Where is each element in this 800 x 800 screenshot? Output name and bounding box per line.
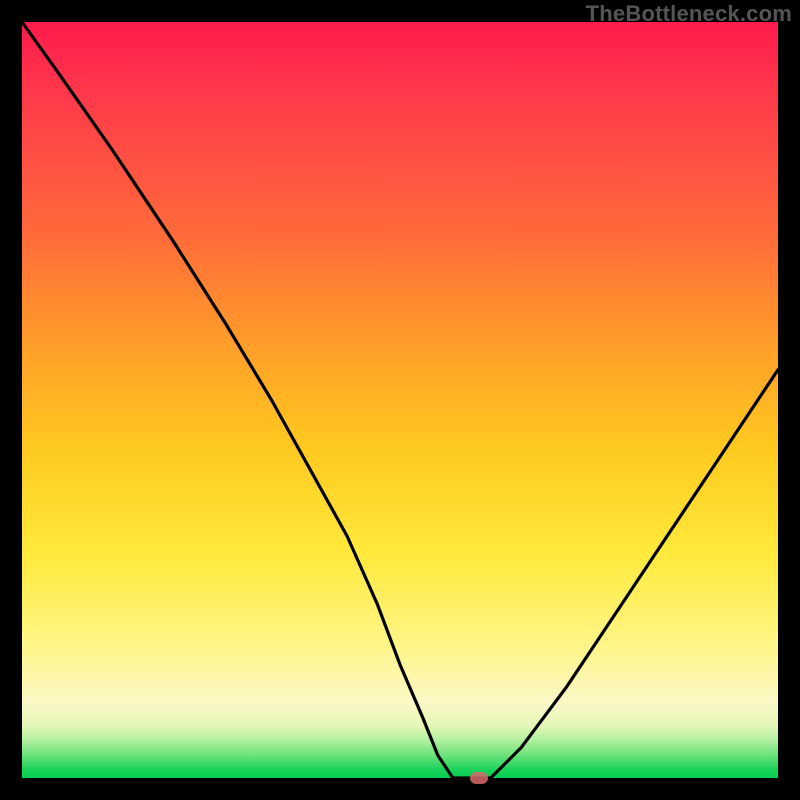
curve-path xyxy=(22,22,778,778)
optimal-point-marker xyxy=(470,772,488,784)
chart-container: TheBottleneck.com xyxy=(0,0,800,800)
watermark-text: TheBottleneck.com xyxy=(586,1,792,27)
bottleneck-curve xyxy=(22,22,778,778)
plot-area xyxy=(22,22,778,778)
